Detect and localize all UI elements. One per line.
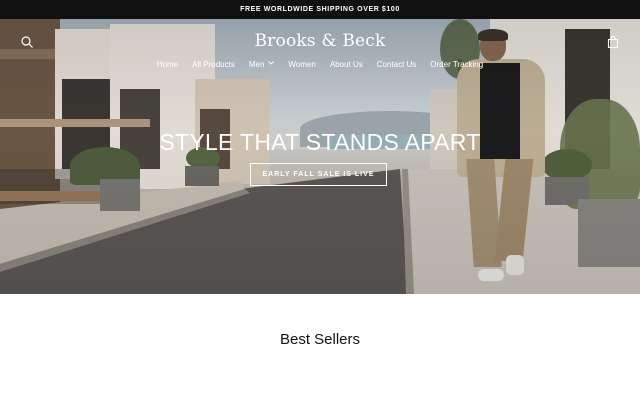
nav-item-label: Contact Us <box>376 60 417 69</box>
nav-item-contact-us[interactable]: Contact Us <box>370 60 424 69</box>
announcement-text: FREE WORLDWIDE SHIPPING OVER $100 <box>240 6 400 13</box>
nav-item-about-us[interactable]: About Us <box>323 60 370 69</box>
nav-item-label: About Us <box>329 60 363 69</box>
cart-icon[interactable] <box>606 35 620 49</box>
nav-item-home[interactable]: Home <box>150 60 185 69</box>
brand-logo[interactable]: Brooks & Beck <box>0 31 640 51</box>
main-nav: Home All Products Men Women About Us Con… <box>0 60 640 69</box>
nav-item-label: All Products <box>192 60 235 69</box>
nav-item-label: Men <box>248 60 265 69</box>
nav-item-label: Women <box>288 60 316 69</box>
hero-banner: Brooks & Beck Home All Products Men Wome… <box>0 19 640 294</box>
nav-item-label: Home <box>156 60 179 69</box>
chevron-down-icon <box>268 60 275 67</box>
best-sellers-heading: Best Sellers <box>279 331 361 348</box>
nav-item-women[interactable]: Women <box>281 60 322 69</box>
sale-button[interactable]: EARLY FALL SALE IS LIVE <box>250 163 387 186</box>
nav-item-men[interactable]: Men <box>242 60 282 69</box>
announcement-bar: FREE WORLDWIDE SHIPPING OVER $100 <box>0 0 640 19</box>
nav-item-all-products[interactable]: All Products <box>185 60 242 69</box>
hero-headline: STYLE THAT STANDS APART <box>159 129 481 155</box>
nav-item-order-tracking[interactable]: Order Tracking <box>423 60 490 69</box>
nav-item-label: Order Tracking <box>430 60 484 69</box>
